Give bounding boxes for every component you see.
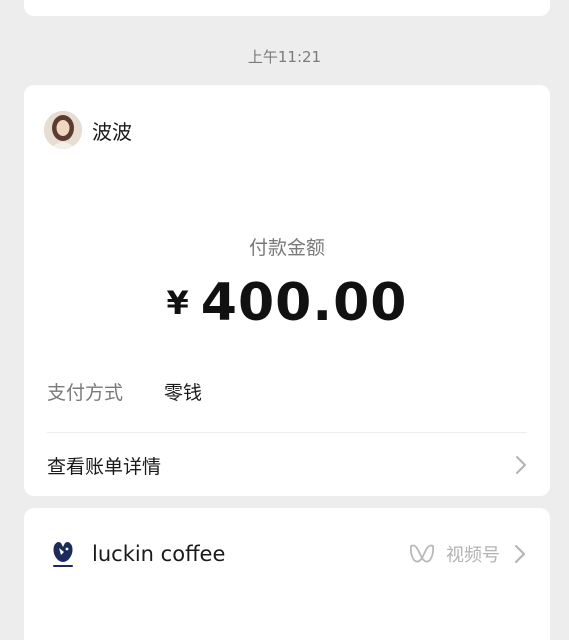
chevron-right-icon: [516, 456, 526, 474]
payment-method-row: 支付方式 零钱: [47, 378, 202, 405]
channels-link[interactable]: 视频号: [408, 541, 526, 567]
currency-symbol: ¥: [166, 284, 189, 322]
divider: [47, 432, 527, 433]
merchant-card[interactable]: luckin coffee 视频号: [24, 508, 550, 640]
amount-label: 付款金额: [248, 237, 325, 259]
merchant-name: luckin coffee: [92, 542, 226, 566]
view-bill-details-link[interactable]: 查看账单详情: [47, 445, 527, 485]
payment-method-value: 零钱: [164, 382, 203, 404]
view-bill-details-label: 查看账单详情: [47, 455, 162, 478]
sender-avatar[interactable]: [44, 111, 82, 149]
payment-method-label: 支付方式: [47, 382, 124, 404]
payment-card[interactable]: 波波 付款金额 ¥ 400.00 支付方式 零钱 查看账单详情: [24, 85, 550, 496]
payment-amount: ¥ 400.00: [24, 273, 550, 333]
amount-value: 400.00: [200, 273, 408, 333]
channels-icon: [409, 544, 435, 563]
chevron-right-icon: [515, 545, 525, 563]
luckin-logo-icon: [53, 542, 73, 567]
channels-label: 视频号: [446, 545, 500, 566]
merchant-brand[interactable]: luckin coffee: [50, 538, 225, 570]
sender-info[interactable]: 波波: [44, 111, 132, 149]
merchant-row[interactable]: luckin coffee 视频号: [50, 536, 526, 572]
previous-message-card: [24, 0, 550, 16]
sender-name: 波波: [92, 119, 132, 144]
message-timestamp: 上午11:21: [247, 48, 322, 66]
